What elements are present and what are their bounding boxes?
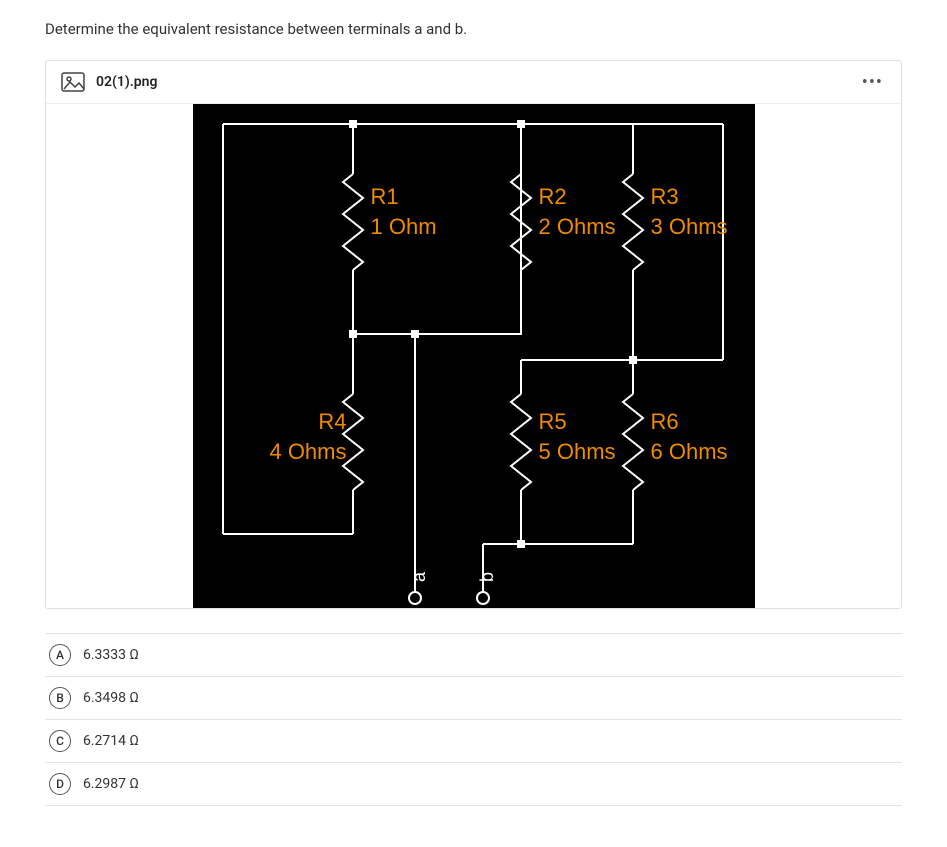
r5-value: 5 Ohms: [539, 439, 616, 465]
circuit-diagram: R1 1 Ohm R2 2 Ohms R3 3 Ohms R4 4 Ohms R…: [193, 104, 755, 608]
attachment-image-area: R1 1 Ohm R2 2 Ohms R3 3 Ohms R4 4 Ohms R…: [46, 104, 901, 608]
attachment-card: 02(1).png •••: [45, 60, 902, 609]
r1-value: 1 Ohm: [371, 214, 437, 240]
answer-letter: A: [49, 644, 71, 666]
answer-option-d[interactable]: D 6.2987 Ω: [45, 763, 902, 806]
r6-value: 6 Ohms: [651, 439, 728, 465]
answer-option-c[interactable]: C 6.2714 Ω: [45, 720, 902, 763]
answer-option-a[interactable]: A 6.3333 Ω: [45, 633, 902, 677]
r4-value: 4 Ohms: [243, 439, 347, 465]
terminal-a-label: a: [409, 572, 430, 582]
r6-name: R6: [651, 409, 679, 435]
r3-value: 3 Ohms: [651, 214, 728, 240]
r5-name: R5: [539, 409, 567, 435]
terminal-b-label: b: [477, 572, 498, 582]
answer-text: 6.2714 Ω: [83, 733, 139, 749]
answer-letter: C: [49, 730, 71, 752]
r3-name: R3: [651, 184, 679, 210]
answer-text: 6.3333 Ω: [83, 647, 139, 663]
answer-option-b[interactable]: B 6.3498 Ω: [45, 677, 902, 720]
r1-name: R1: [371, 184, 399, 210]
answer-text: 6.2987 Ω: [83, 776, 139, 792]
question-text: Determine the equivalent resistance betw…: [45, 20, 902, 38]
file-info: 02(1).png: [60, 69, 157, 95]
answer-list: A 6.3333 Ω B 6.3498 Ω C 6.2714 Ω D 6.298…: [45, 633, 902, 806]
r4-name: R4: [297, 409, 347, 435]
image-icon: [60, 69, 86, 95]
r2-value: 2 Ohms: [539, 214, 616, 240]
attachment-header: 02(1).png •••: [46, 61, 901, 104]
answer-letter: D: [49, 773, 71, 795]
attachment-filename: 02(1).png: [96, 74, 157, 90]
answer-letter: B: [49, 687, 71, 709]
r2-name: R2: [539, 184, 567, 210]
answer-text: 6.3498 Ω: [83, 690, 139, 706]
more-icon[interactable]: •••: [862, 72, 883, 93]
